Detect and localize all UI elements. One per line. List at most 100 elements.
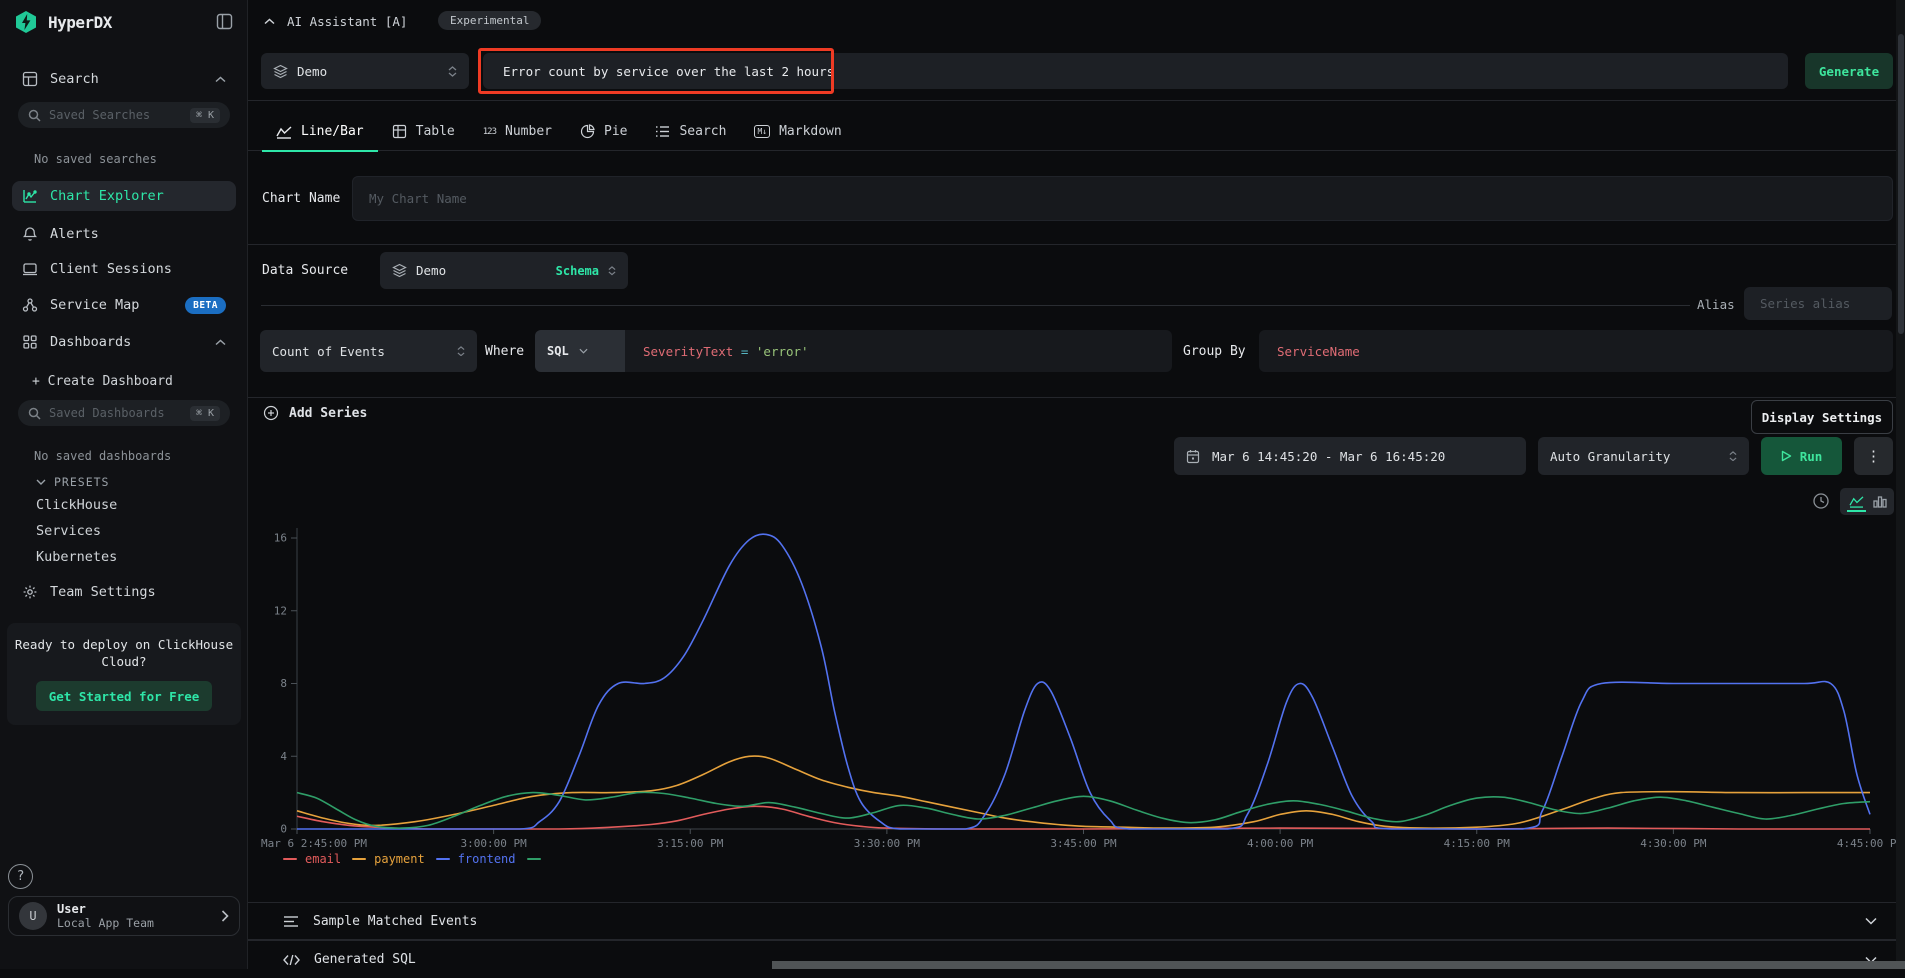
svg-text:3:15:00 PM: 3:15:00 PM (657, 837, 724, 850)
sidebar-item-client-sessions[interactable]: Client Sessions (12, 254, 236, 284)
sql-token-field: SeverityText (643, 344, 733, 359)
line-view-icon[interactable] (1847, 492, 1866, 512)
bar-view-icon[interactable] (1873, 495, 1887, 508)
kebab-icon: ⋮ (1866, 447, 1881, 465)
data-source-select[interactable]: Demo Schema (380, 252, 628, 289)
tab-number[interactable]: 123 Number (469, 112, 566, 151)
chevron-down-icon (579, 348, 588, 354)
logo[interactable]: HyperDX (14, 10, 112, 34)
ai-assistant-header[interactable]: AI Assistant [A] (264, 14, 407, 29)
preset-clickhouse[interactable]: ClickHouse (36, 497, 117, 513)
table-icon (392, 124, 407, 139)
search-icon (28, 407, 41, 420)
saved-searches-input[interactable] (49, 108, 169, 122)
query-language-select[interactable]: SQL (535, 330, 625, 372)
chevron-up-icon[interactable] (215, 339, 226, 346)
svg-text:Mar 6 2:45:00 PM: Mar 6 2:45:00 PM (261, 837, 367, 850)
code-icon (283, 954, 300, 966)
tab-pie[interactable]: Pie (566, 112, 641, 151)
time-range-picker[interactable]: Mar 6 14:45:20 - Mar 6 16:45:20 (1174, 437, 1526, 475)
where-input-group: SQL SeverityText = 'error' (535, 330, 1172, 372)
more-options-button[interactable]: ⋮ (1854, 437, 1893, 475)
chevron-up-icon[interactable] (264, 18, 275, 25)
tab-line-bar[interactable]: Line/Bar (262, 112, 378, 151)
logo-text: HyperDX (48, 13, 112, 32)
aggregation-value: Count of Events (272, 344, 385, 359)
sidebar-item-alerts[interactable]: Alerts (12, 219, 236, 249)
sidebar-item-dashboards[interactable]: Dashboards (12, 327, 236, 357)
layers-icon (392, 263, 407, 278)
granularity-select[interactable]: Auto Granularity (1538, 437, 1749, 475)
preset-services[interactable]: Services (36, 523, 101, 539)
ai-source-select[interactable]: Demo (261, 53, 469, 89)
user-team: Local App Team (57, 916, 154, 930)
create-dashboard-button[interactable]: + Create Dashboard (32, 374, 173, 389)
line-chart-icon (276, 125, 292, 139)
question-glyph: ? (17, 869, 25, 884)
legend-item[interactable]: frontend (436, 852, 516, 866)
chart-legend[interactable]: email payment frontend (283, 852, 541, 866)
tab-table[interactable]: Table (378, 112, 469, 151)
get-started-button[interactable]: Get Started for Free (36, 681, 212, 711)
cloud-card-text-line1: Ready to deploy on ClickHouse (7, 636, 241, 653)
ai-assistant-title: AI Assistant [A] (287, 14, 407, 29)
preset-kubernetes[interactable]: Kubernetes (36, 549, 117, 565)
sidebar-item-search[interactable]: Search (12, 64, 236, 94)
alias-input[interactable] (1744, 287, 1892, 320)
help-button[interactable]: ? (8, 864, 33, 889)
tab-markdown[interactable]: M↓ Markdown (740, 112, 855, 151)
avatar: U (19, 902, 47, 930)
sidebar-item-service-map[interactable]: Service Map BETA (12, 290, 236, 320)
tab-label: Number (505, 124, 552, 139)
vertical-scrollbar-thumb[interactable] (1898, 34, 1904, 334)
ai-prompt-input[interactable] (483, 53, 1788, 89)
select-chevrons-icon (457, 346, 465, 356)
chart-view-toggle (1840, 488, 1894, 515)
collapse-sidebar-icon[interactable] (216, 13, 233, 30)
generate-label: Generate (1819, 64, 1879, 79)
sidebar-item-label: Dashboards (50, 334, 131, 350)
svg-text:12: 12 (274, 604, 287, 617)
shortcut-badge: ⌘ K (190, 406, 220, 421)
add-series-button[interactable]: Add Series (263, 405, 367, 421)
chart-name-label: Chart Name (262, 191, 340, 206)
where-expression-input[interactable]: SeverityText = 'error' (625, 344, 809, 359)
aggregation-select[interactable]: Count of Events (260, 330, 477, 372)
user-menu[interactable]: U User Local App Team (8, 896, 240, 936)
sidebar-item-chart-explorer[interactable]: Chart Explorer (12, 181, 236, 211)
clock-icon[interactable] (1812, 492, 1830, 510)
add-series-label: Add Series (289, 406, 367, 421)
sidebar-item-label: Team Settings (50, 584, 156, 600)
select-chevrons-icon (448, 66, 457, 77)
legend-item[interactable]: payment (352, 852, 425, 866)
list-icon (655, 125, 670, 138)
sample-matched-events-row[interactable]: Sample Matched Events (248, 902, 1905, 940)
legend-label: payment (374, 852, 425, 866)
saved-dashboards-input[interactable] (49, 406, 169, 420)
presets-toggle[interactable]: PRESETS (36, 475, 109, 489)
group-by-input[interactable]: ServiceName (1259, 330, 1893, 372)
sidebar-item-team-settings[interactable]: Team Settings (12, 577, 236, 607)
line-chart[interactable]: 0481216Mar 6 2:45:00 PM3:00:00 PM3:15:00… (248, 518, 1898, 852)
horizontal-scrollbar-thumb[interactable] (772, 961, 1905, 969)
chevron-up-icon[interactable] (215, 76, 226, 83)
schema-link[interactable]: Schema (556, 264, 599, 278)
legend-item[interactable] (527, 858, 541, 861)
run-button[interactable]: Run (1761, 437, 1842, 475)
generate-button[interactable]: Generate (1805, 53, 1893, 89)
generated-sql-row[interactable]: Generated SQL (248, 940, 1905, 978)
sidebar-item-label: Client Sessions (50, 261, 172, 277)
time-range-value: Mar 6 14:45:20 - Mar 6 16:45:20 (1212, 449, 1445, 464)
tab-label: Table (416, 124, 455, 139)
number-123-icon: 123 (483, 127, 496, 137)
chart-name-input[interactable] (352, 176, 1893, 221)
saved-searches-search[interactable]: ⌘ K (18, 102, 230, 128)
legend-item[interactable]: email (283, 852, 341, 866)
legend-dash (527, 858, 541, 861)
saved-dashboards-search[interactable]: ⌘ K (18, 400, 230, 426)
grid-icon (22, 334, 38, 350)
plus-circle-icon (263, 405, 279, 421)
tab-search[interactable]: Search (641, 112, 740, 151)
display-settings-button[interactable]: Display Settings (1751, 400, 1893, 434)
svg-text:3:45:00 PM: 3:45:00 PM (1050, 837, 1117, 850)
